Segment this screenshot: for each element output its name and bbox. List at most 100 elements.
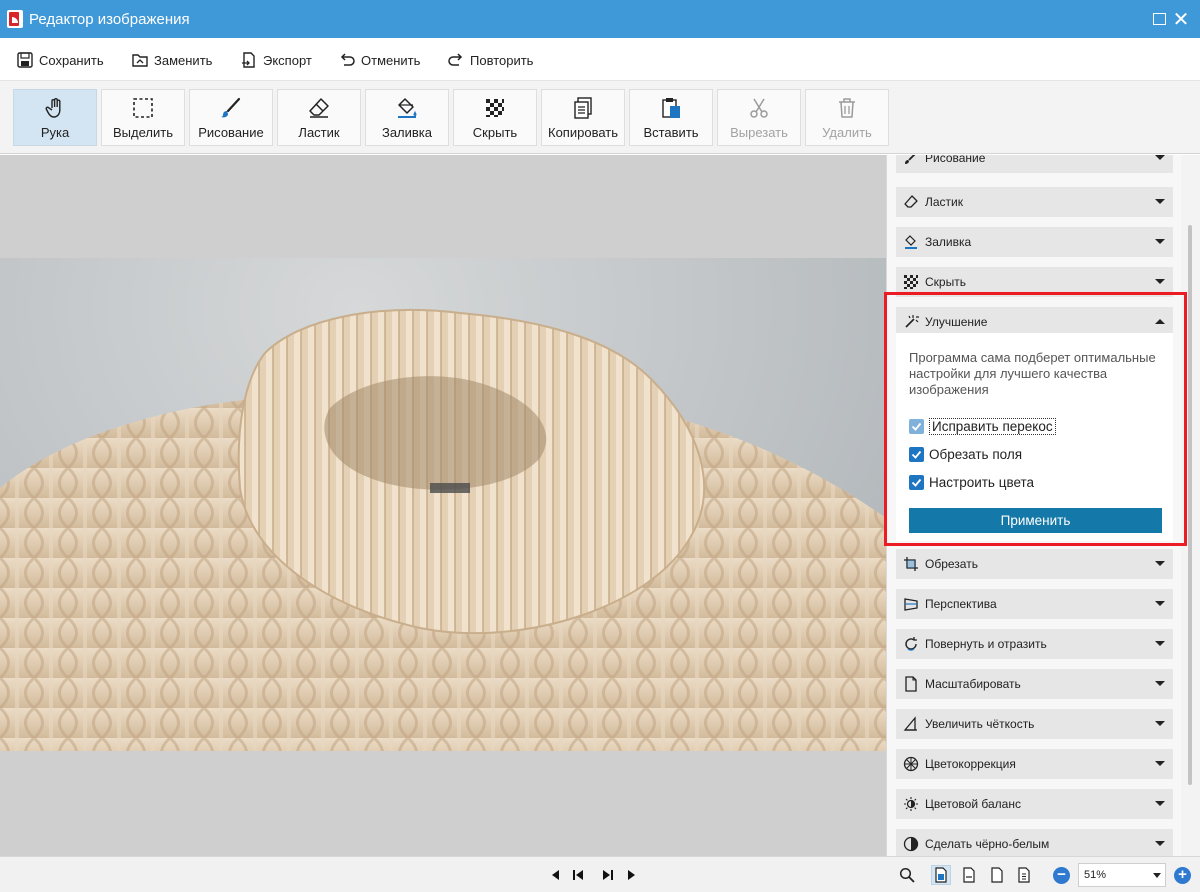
- chevron-down-icon: [1155, 601, 1165, 606]
- section-enhance-label: Улучшение: [925, 315, 988, 329]
- redo-icon: [448, 53, 463, 66]
- save-menu-item[interactable]: Сохранить: [16, 50, 104, 70]
- section-crop[interactable]: Обрезать: [896, 549, 1173, 579]
- last-image-button[interactable]: [601, 868, 615, 882]
- panel-scrollbar[interactable]: [1181, 155, 1200, 856]
- enhance-content: Программа сама подберет оптимальные наст…: [896, 333, 1173, 541]
- scissors-icon: [750, 98, 768, 118]
- sweater-illustration: [0, 308, 886, 751]
- section-color-balance[interactable]: Цветовой баланс: [896, 789, 1173, 819]
- search-icon: [899, 867, 915, 883]
- select-tool-button[interactable]: Выделить: [101, 89, 185, 146]
- eraser-icon: [309, 98, 329, 118]
- section-rotate[interactable]: Повернуть и отразить: [896, 629, 1173, 659]
- chevron-down-icon: [1155, 561, 1165, 566]
- maximize-button[interactable]: [1148, 8, 1170, 30]
- replace-icon: [132, 54, 148, 67]
- page-icon: [991, 867, 1003, 883]
- checker-icon: [904, 275, 918, 289]
- checkbox-checked-icon: [909, 446, 924, 462]
- redo-label: Повторить: [470, 52, 534, 68]
- zoom-out-icon[interactable]: −: [1053, 867, 1070, 884]
- copy-tool-button[interactable]: Копировать: [541, 89, 625, 146]
- undo-label: Отменить: [361, 52, 421, 68]
- hide-tool-button[interactable]: Скрыть: [453, 89, 537, 146]
- close-button[interactable]: ✕: [1170, 8, 1192, 31]
- copy-icon: [574, 97, 592, 119]
- delete-tool-label: Удалить: [822, 125, 872, 140]
- scrollbar-thumb[interactable]: [1188, 225, 1192, 785]
- chevron-down-icon: [1155, 279, 1165, 284]
- hand-tool-button[interactable]: Рука: [13, 89, 97, 146]
- section-crop-label: Обрезать: [925, 557, 978, 571]
- fix-skew-label: Исправить перекос: [929, 417, 1056, 435]
- status-bar: − 51% +: [0, 856, 1200, 892]
- section-scale-label: Масштабировать: [925, 677, 1021, 691]
- section-hide[interactable]: Скрыть: [896, 267, 1173, 297]
- title-bar: Редактор изображения ✕: [0, 0, 1200, 38]
- section-sharpen[interactable]: Увеличить чёткость: [896, 709, 1173, 739]
- zoom-value: 51%: [1084, 869, 1107, 881]
- chevron-down-icon: [1155, 199, 1165, 204]
- section-color-correction[interactable]: Цветокоррекция: [896, 749, 1173, 779]
- hide-tool-label: Скрыть: [472, 125, 518, 140]
- zoom-select[interactable]: 51%: [1078, 863, 1166, 887]
- draw-tool-label: Рисование: [198, 125, 264, 140]
- menu-bar: Сохранить Заменить Экспорт Отменить Повт…: [0, 38, 1200, 81]
- paste-tool-label: Вставить: [643, 125, 699, 140]
- redo-menu-item[interactable]: Повторить: [447, 50, 533, 70]
- undo-menu-item[interactable]: Отменить: [338, 50, 420, 70]
- chevron-down-icon: [1155, 721, 1165, 726]
- chevron-down-icon: [1155, 841, 1165, 846]
- actual-size-button[interactable]: [987, 865, 1007, 885]
- image-canvas[interactable]: [0, 155, 886, 856]
- apply-button[interactable]: Применить: [909, 508, 1162, 533]
- fix-skew-checkbox[interactable]: Исправить перекос: [909, 417, 1056, 435]
- eraser-tool-button[interactable]: Ластик: [277, 89, 361, 146]
- crop-margins-checkbox[interactable]: Обрезать поля: [909, 445, 1022, 463]
- trash-icon: [839, 98, 855, 118]
- search-button[interactable]: [897, 865, 917, 885]
- skip-back-icon: [573, 870, 583, 880]
- replace-menu-item[interactable]: Заменить: [131, 50, 212, 70]
- page-fit-icon: [935, 867, 947, 883]
- eraser-icon: [904, 195, 918, 208]
- section-perspective[interactable]: Перспектива: [896, 589, 1173, 619]
- checker-icon: [486, 99, 504, 117]
- section-hide-label: Скрыть: [925, 275, 966, 289]
- save-label: Сохранить: [39, 52, 104, 68]
- fill-tool-button[interactable]: Заливка: [365, 89, 449, 146]
- section-perspective-label: Перспектива: [925, 597, 997, 611]
- tool-bar: Рука Выделить Рисование Ластик Заливка С…: [0, 81, 1200, 154]
- checkbox-checked-icon: [909, 474, 924, 490]
- section-sharpen-label: Увеличить чёткость: [925, 717, 1035, 731]
- fit-width-button[interactable]: [959, 865, 979, 885]
- next-image-button[interactable]: [624, 868, 638, 882]
- paste-tool-button[interactable]: Вставить: [629, 89, 713, 146]
- first-image-button[interactable]: [571, 868, 585, 882]
- adjust-colors-checkbox[interactable]: Настроить цвета: [909, 473, 1034, 491]
- section-eraser[interactable]: Ластик: [896, 187, 1173, 217]
- zoom-in-icon[interactable]: +: [1174, 867, 1191, 884]
- section-drawing[interactable]: Рисование: [896, 155, 1173, 173]
- draw-tool-button[interactable]: Рисование: [189, 89, 273, 146]
- undo-icon: [340, 53, 355, 66]
- section-color-correction-label: Цветокоррекция: [925, 757, 1016, 771]
- chevron-down-icon: [1155, 239, 1165, 244]
- section-fill[interactable]: Заливка: [896, 227, 1173, 257]
- section-scale[interactable]: Масштабировать: [896, 669, 1173, 699]
- hand-tool-label: Рука: [40, 125, 70, 140]
- prev-image-button[interactable]: [549, 868, 563, 882]
- chevron-down-icon: [1155, 681, 1165, 686]
- hand-icon: [45, 98, 61, 118]
- export-menu-item[interactable]: Экспорт: [240, 50, 312, 70]
- fit-page-button[interactable]: [931, 865, 951, 885]
- section-black-white[interactable]: Сделать чёрно-белым: [896, 829, 1173, 856]
- two-pages-button[interactable]: [1014, 865, 1034, 885]
- cut-tool-label: Вырезать: [730, 125, 788, 140]
- adjust-colors-label: Настроить цвета: [929, 474, 1035, 490]
- cut-tool-button[interactable]: Вырезать: [717, 89, 801, 146]
- delete-tool-button[interactable]: Удалить: [805, 89, 889, 146]
- magic-wand-icon: [905, 315, 919, 328]
- rotate-icon: [905, 637, 917, 651]
